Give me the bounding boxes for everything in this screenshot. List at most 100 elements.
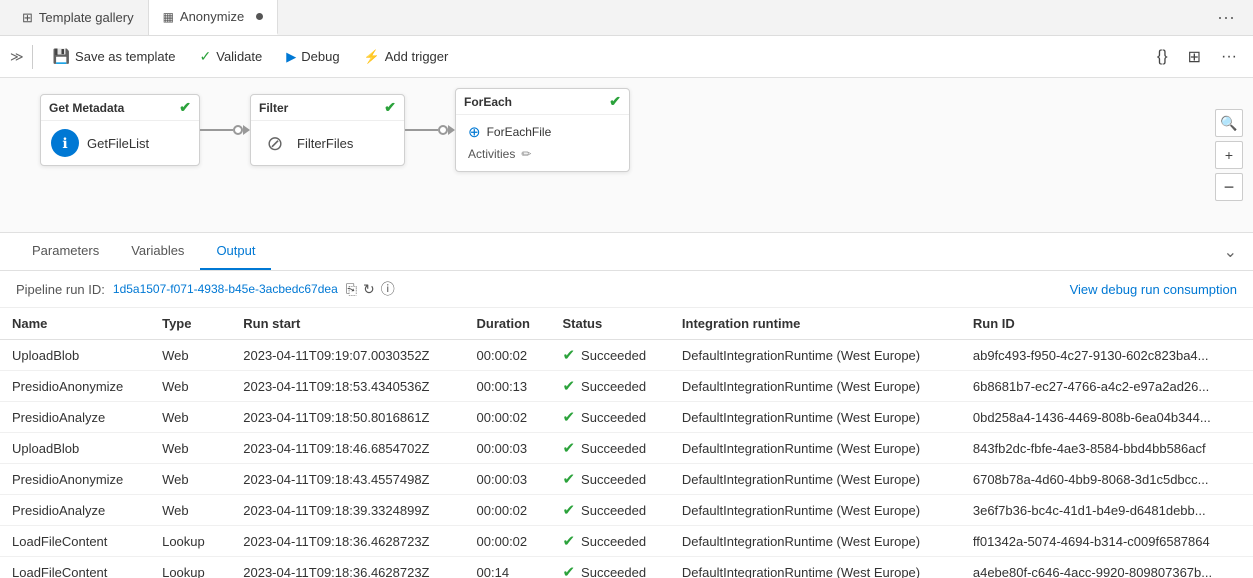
col-name: Name	[0, 308, 150, 340]
foreach-check: ✔	[609, 93, 621, 110]
get-metadata-node[interactable]: Get Metadata ✔ ℹ GetFileList	[40, 94, 200, 166]
format-button[interactable]: ⊞	[1182, 43, 1207, 71]
filter-title: Filter	[259, 101, 288, 115]
status-label: Succeeded	[581, 410, 646, 425]
status-label: Succeeded	[581, 472, 646, 487]
table-row[interactable]: PresidioAnalyze Web 2023-04-11T09:18:50.…	[0, 402, 1253, 433]
cell-runtime: DefaultIntegrationRuntime (West Europe)	[670, 433, 961, 464]
cell-name: PresidioAnonymize	[0, 464, 150, 495]
cell-name: UploadBlob	[0, 340, 150, 371]
cell-type: Lookup	[150, 526, 231, 557]
col-type: Type	[150, 308, 231, 340]
cell-run-id: 6b8681b7-ec27-4766-a4c2-e97a2ad26...	[961, 371, 1253, 402]
col-integration-runtime: Integration runtime	[670, 308, 961, 340]
table-row[interactable]: PresidioAnonymize Web 2023-04-11T09:18:4…	[0, 464, 1253, 495]
edit-icon[interactable]: ✏	[521, 147, 531, 161]
pipeline-icon: ▦	[163, 10, 174, 24]
expand-panel-button[interactable]: ⌄	[1224, 242, 1237, 262]
debug-button[interactable]: ▶ Debug	[276, 44, 349, 70]
status-icon: ✔	[562, 377, 575, 395]
cell-status: ✔ Succeeded	[550, 402, 669, 433]
table-header: Name Type Run start Duration Status Inte…	[0, 308, 1253, 340]
save-as-template-button[interactable]: 💾 Save as template	[43, 43, 186, 70]
pipeline-canvas-area: Get Metadata ✔ ℹ GetFileList Filter ✔ ⊘ …	[0, 78, 1253, 233]
cell-run-id: ff01342a-5074-4694-b314-c009f6587864	[961, 526, 1253, 557]
grid-icon: ⊞	[22, 10, 33, 26]
cell-type: Lookup	[150, 557, 231, 578]
connector-1	[200, 125, 250, 135]
code-view-button[interactable]: {}	[1151, 44, 1174, 70]
view-consumption-link[interactable]: View debug run consumption	[1070, 282, 1237, 297]
zoom-out-button[interactable]: −	[1215, 173, 1243, 201]
foreach-node[interactable]: ForEach ✔ ⊕ ForEachFile Activities ✏	[455, 88, 630, 172]
status-icon: ✔	[562, 470, 575, 488]
search-canvas-button[interactable]: 🔍	[1215, 109, 1243, 137]
cell-runtime: DefaultIntegrationRuntime (West Europe)	[670, 402, 961, 433]
bottom-panel: Parameters Variables Output ⌄ Pipeline r…	[0, 233, 1253, 578]
status-icon: ✔	[562, 501, 575, 519]
output-table-wrapper[interactable]: Name Type Run start Duration Status Inte…	[0, 308, 1253, 578]
check-icon: ✓	[200, 48, 212, 65]
get-metadata-header: Get Metadata ✔	[41, 95, 199, 121]
cell-run-start: 2023-04-11T09:18:50.8016861Z	[231, 402, 464, 433]
tab-bar: ⊞ Template gallery ▦ Anonymize ···	[0, 0, 1253, 36]
toolbar-right: {} ⊞ ···	[1151, 43, 1243, 71]
cell-run-id: ab9fc493-f950-4c27-9130-602c823ba4...	[961, 340, 1253, 371]
status-label: Succeeded	[581, 503, 646, 518]
tab-template-gallery-label: Template gallery	[39, 10, 134, 25]
cell-duration: 00:14	[465, 557, 551, 578]
cell-type: Web	[150, 371, 231, 402]
status-label: Succeeded	[581, 565, 646, 578]
cell-duration: 00:00:03	[465, 433, 551, 464]
foreach-item: ⊕ ForEachFile	[464, 119, 621, 145]
cell-type: Web	[150, 402, 231, 433]
tab-output[interactable]: Output	[200, 233, 271, 270]
tab-parameters[interactable]: Parameters	[16, 233, 115, 270]
expand-btn[interactable]: ≫	[10, 45, 33, 69]
foreach-inner: ⊕ ForEachFile Activities ✏	[456, 115, 629, 171]
table-row[interactable]: LoadFileContent Lookup 2023-04-11T09:18:…	[0, 526, 1253, 557]
table-row[interactable]: PresidioAnonymize Web 2023-04-11T09:18:5…	[0, 371, 1253, 402]
copy-run-id-button[interactable]: ⎘	[346, 281, 357, 298]
cell-status: ✔ Succeeded	[550, 464, 669, 495]
cell-duration: 00:00:02	[465, 526, 551, 557]
foreach-activities: Activities ✏	[464, 145, 621, 163]
get-metadata-check: ✔	[179, 99, 191, 116]
filter-node[interactable]: Filter ✔ ⊘ FilterFiles	[250, 94, 405, 166]
connector-2	[405, 125, 455, 135]
table-row[interactable]: UploadBlob Web 2023-04-11T09:19:07.00303…	[0, 340, 1253, 371]
refresh-run-button[interactable]: ↻	[363, 281, 375, 298]
foreach-item-icon: ⊕	[468, 123, 481, 141]
more-options-button[interactable]: ···	[1215, 44, 1243, 70]
tab-variables[interactable]: Variables	[115, 233, 200, 270]
status-label: Succeeded	[581, 534, 646, 549]
tab-more-button[interactable]: ···	[1207, 7, 1245, 28]
table-row[interactable]: LoadFileContent Lookup 2023-04-11T09:18:…	[0, 557, 1253, 578]
run-id-value: 1d5a1507-f071-4938-b45e-3acbedc67dea	[113, 282, 338, 296]
cell-run-start: 2023-04-11T09:19:07.0030352Z	[231, 340, 464, 371]
tab-template-gallery[interactable]: ⊞ Template gallery	[8, 0, 149, 35]
status-icon: ✔	[562, 439, 575, 457]
bottom-tabs: Parameters Variables Output ⌄	[0, 233, 1253, 271]
filter-body: ⊘ FilterFiles	[251, 121, 404, 165]
col-duration: Duration	[465, 308, 551, 340]
filter-activity: FilterFiles	[297, 136, 353, 151]
table-row[interactable]: UploadBlob Web 2023-04-11T09:18:46.68547…	[0, 433, 1253, 464]
run-id-label: Pipeline run ID:	[16, 282, 105, 297]
cell-duration: 00:00:03	[465, 464, 551, 495]
tab-anonymize[interactable]: ▦ Anonymize	[149, 0, 279, 35]
filter-header: Filter ✔	[251, 95, 404, 121]
cell-run-id: 0bd258a4-1436-4469-808b-6ea04b344...	[961, 402, 1253, 433]
cell-status: ✔ Succeeded	[550, 371, 669, 402]
info-run-button[interactable]: ⓘ	[381, 279, 395, 299]
cell-status: ✔ Succeeded	[550, 433, 669, 464]
filter-icon: ⊘	[261, 129, 289, 157]
cell-type: Web	[150, 464, 231, 495]
cell-run-id: 6708b78a-4d60-4bb9-8068-3d1c5dbcc...	[961, 464, 1253, 495]
cell-duration: 00:00:13	[465, 371, 551, 402]
validate-button[interactable]: ✓ Validate	[190, 43, 273, 70]
zoom-in-button[interactable]: +	[1215, 141, 1243, 169]
add-trigger-button[interactable]: ⚡ Add trigger	[354, 44, 459, 70]
cell-run-id: a4ebe80f-c646-4acc-9920-809807367b...	[961, 557, 1253, 578]
cell-run-start: 2023-04-11T09:18:36.4628723Z	[231, 526, 464, 557]
